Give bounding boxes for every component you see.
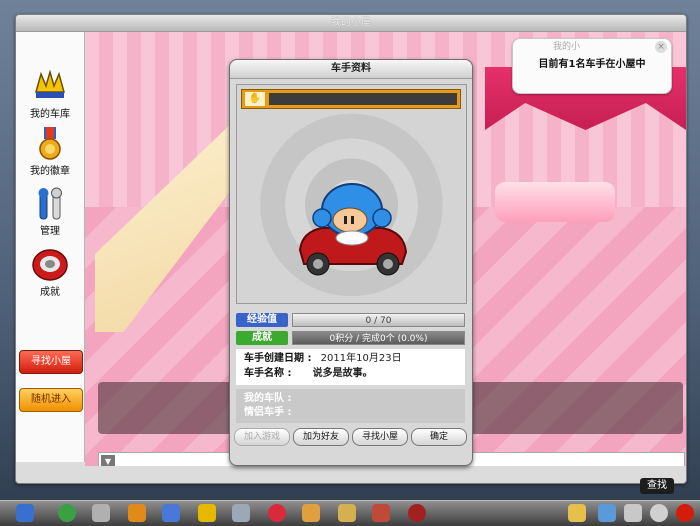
hand-icon: ✋: [245, 92, 265, 106]
created-label: 车手创建日期 :: [244, 353, 312, 364]
find-button[interactable]: 查找: [640, 478, 674, 494]
lightning-icon[interactable]: [198, 504, 216, 522]
achievement-label: 成就: [236, 331, 288, 345]
sidebar-item-manage[interactable]: 管理: [20, 187, 80, 237]
created-date-row: 车手创建日期 : 2011年10月23日: [244, 352, 402, 366]
driver-kart-avatar: [298, 183, 408, 276]
driver-profile-dialog: 车手资料 ✋ 经验值 0 / 70 成就 0积分 / 完成0个 (0.0%) 车…: [229, 59, 473, 466]
level-bar: ✋: [241, 89, 461, 109]
tool-icon[interactable]: [302, 504, 320, 522]
ok-button[interactable]: 确定: [411, 428, 467, 446]
achievement-bar: 0积分 / 完成0个 (0.0%): [292, 331, 465, 345]
tools-icon: [31, 187, 69, 221]
dialog-title: 车手资料: [230, 60, 472, 79]
chevron-down-icon[interactable]: ▼: [101, 455, 115, 466]
experience-row: 经验值 0 / 70: [236, 313, 465, 327]
sidebar-item-medal[interactable]: 我的徽章: [20, 127, 80, 177]
add-friend-button[interactable]: 加为好友: [293, 428, 349, 446]
gear-icon[interactable]: [232, 504, 250, 522]
find-room-button[interactable]: 寻找小屋: [19, 350, 83, 374]
start-icon[interactable]: [16, 504, 34, 522]
garage-icon: [31, 69, 69, 104]
power-icon[interactable]: [676, 504, 694, 522]
notes-icon[interactable]: [568, 504, 586, 522]
character-icon[interactable]: [128, 504, 146, 522]
created-value: 2011年10月23日: [320, 353, 402, 364]
search-icon[interactable]: [650, 504, 668, 522]
sidebar: 我的车库 我的徽章 管理 成就 寻找小屋 随机进入: [16, 32, 85, 462]
driver-avatar-panel: ✋: [236, 84, 467, 304]
name-label: 车手名称 :: [244, 368, 292, 379]
random-enter-button[interactable]: 随机进入: [19, 388, 83, 412]
room-notice-panel: 我的小 × 目前有1名车手在小屋中: [512, 38, 672, 94]
name-value: 说多是故事。: [312, 368, 373, 379]
sidebar-item-achievement[interactable]: 成就: [20, 248, 80, 298]
partner-label: 情侣车手 :: [244, 407, 292, 418]
notice-header: 我的小: [553, 42, 581, 52]
sidebar-item-label: 我的徽章: [30, 166, 70, 177]
find-room-dialog-button[interactable]: 寻找小屋: [352, 428, 408, 446]
exp-bar: 0 / 70: [292, 313, 465, 327]
sidebar-item-garage[interactable]: 我的车库: [20, 69, 80, 120]
network-icon[interactable]: [598, 504, 616, 522]
back-icon[interactable]: [58, 504, 76, 522]
sidebar-item-label: 管理: [40, 226, 60, 237]
level-track: [269, 93, 457, 105]
sidebar-item-label: 我的车库: [30, 109, 70, 120]
team-info: 我的车队 : 情侣车手 :: [236, 389, 465, 423]
sidebar-item-label: 成就: [40, 287, 60, 298]
notice-text: 目前有1名车手在小屋中: [538, 59, 646, 70]
heart-icon[interactable]: [268, 504, 286, 522]
medal-icon: [31, 127, 69, 161]
room-bed: [495, 182, 615, 222]
taskbar: [0, 500, 700, 526]
achievement-task-icon[interactable]: [408, 504, 426, 522]
team-label: 我的车队 :: [244, 393, 292, 404]
driver-name-row: 车手名称 : 说多是故事。: [244, 367, 373, 381]
partner-row: 情侣车手 :: [244, 406, 291, 420]
join-game-button[interactable]: 加入游戏: [234, 428, 290, 446]
flag-icon[interactable]: [338, 504, 356, 522]
music-icon[interactable]: [162, 504, 180, 522]
cart-icon[interactable]: [92, 504, 110, 522]
achievement-row: 成就 0积分 / 完成0个 (0.0%): [236, 331, 465, 345]
achievement-icon: [31, 248, 69, 282]
window-title: 我的小屋: [16, 15, 686, 32]
team-row: 我的车队 :: [244, 392, 291, 406]
driver-info: 车手创建日期 : 2011年10月23日 车手名称 : 说多是故事。: [236, 349, 465, 385]
close-icon[interactable]: ×: [655, 41, 667, 53]
settings-icon[interactable]: [624, 504, 642, 522]
book-icon[interactable]: [372, 504, 390, 522]
exp-label: 经验值: [236, 313, 288, 327]
